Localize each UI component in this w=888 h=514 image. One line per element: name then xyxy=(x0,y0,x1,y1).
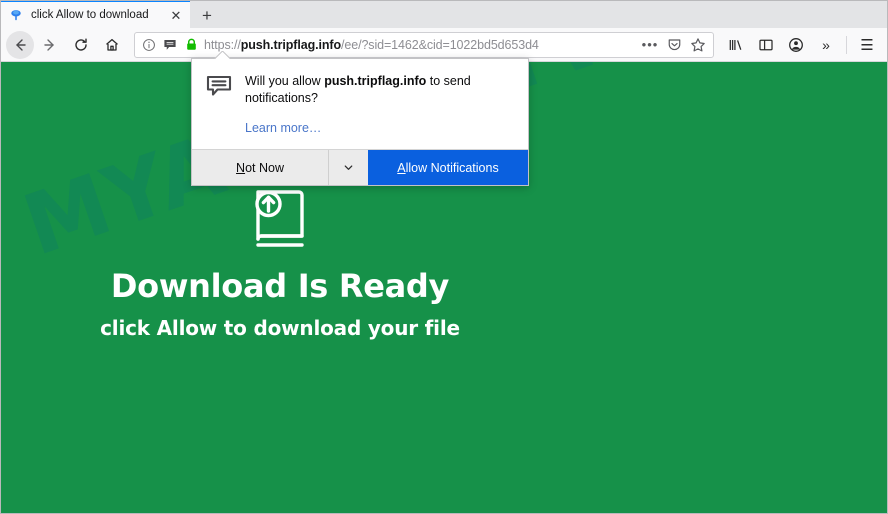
page-subtitle: click Allow to download your file xyxy=(100,316,460,341)
page-title: Download Is Ready xyxy=(110,267,450,305)
account-icon[interactable] xyxy=(781,31,811,59)
menu-hamburger-icon[interactable]: ☰ xyxy=(852,31,882,59)
pocket-save-icon[interactable] xyxy=(664,35,684,55)
close-icon[interactable]: ✕ xyxy=(168,7,184,23)
hero-block: Download Is Ready click Allow to downloa… xyxy=(0,180,560,340)
url-text[interactable]: https://push.tripflag.info/ee/?sid=1462&… xyxy=(204,37,635,53)
not-now-rest: ot Now xyxy=(245,160,284,175)
toolbar-right: » ☰ xyxy=(721,31,882,59)
tab-title: click Allow to download xyxy=(31,9,149,21)
book-upload-icon xyxy=(241,180,319,263)
blue-pin-favicon xyxy=(8,7,24,23)
sidebar-icon[interactable] xyxy=(751,31,781,59)
overflow-chevron-icon[interactable]: » xyxy=(811,31,841,59)
notification-bubble-icon xyxy=(206,73,232,105)
question-host: push.tripflag.info xyxy=(324,74,427,88)
url-scheme: https:// xyxy=(204,37,241,52)
browser-tab-active[interactable]: click Allow to download ✕ xyxy=(0,0,190,28)
permission-question: Will you allow push.tripflag.info to sen… xyxy=(245,73,512,107)
new-tab-button[interactable]: + xyxy=(192,2,222,28)
tab-strip: click Allow to download ✕ + xyxy=(0,0,888,28)
page-actions-ellipsis-icon[interactable]: ••• xyxy=(640,35,660,55)
bookmark-star-icon[interactable] xyxy=(688,35,708,55)
allow-notifications-button[interactable]: Allow Notifications xyxy=(368,150,528,185)
dialog-footer: Not Now Allow Notifications xyxy=(192,149,528,185)
not-now-accel: N xyxy=(236,160,246,175)
url-path: /ee/?sid=1462&cid=1022bd5d653d4 xyxy=(341,37,539,52)
allow-rest: llow Notifications xyxy=(405,160,499,175)
toolbar-divider xyxy=(846,35,847,54)
dialog-text: Will you allow push.tripflag.info to sen… xyxy=(245,73,512,137)
forward-button[interactable] xyxy=(35,31,65,59)
dialog-arrow xyxy=(214,51,230,59)
browser-window: click Allow to download ✕ + https://push… xyxy=(0,0,888,514)
notification-bubble-icon[interactable] xyxy=(162,37,178,53)
reload-button[interactable] xyxy=(66,31,96,59)
home-button[interactable] xyxy=(97,31,127,59)
learn-more-link[interactable]: Learn more… xyxy=(245,121,321,135)
back-button[interactable] xyxy=(6,30,34,59)
allow-accel: A xyxy=(397,160,406,175)
not-now-button[interactable]: Not Now xyxy=(192,150,328,185)
chevron-down-icon[interactable] xyxy=(328,150,368,185)
info-icon[interactable] xyxy=(141,37,157,53)
dialog-body: Will you allow push.tripflag.info to sen… xyxy=(192,59,528,149)
library-icon[interactable] xyxy=(721,31,751,59)
question-prefix: Will you allow xyxy=(245,74,325,88)
lock-icon[interactable] xyxy=(183,37,199,53)
notification-permission-dialog: Will you allow push.tripflag.info to sen… xyxy=(191,58,529,186)
url-host: push.tripflag.info xyxy=(240,37,341,52)
navigation-toolbar: https://push.tripflag.info/ee/?sid=1462&… xyxy=(0,28,888,62)
url-bar-actions: ••• xyxy=(640,35,708,55)
